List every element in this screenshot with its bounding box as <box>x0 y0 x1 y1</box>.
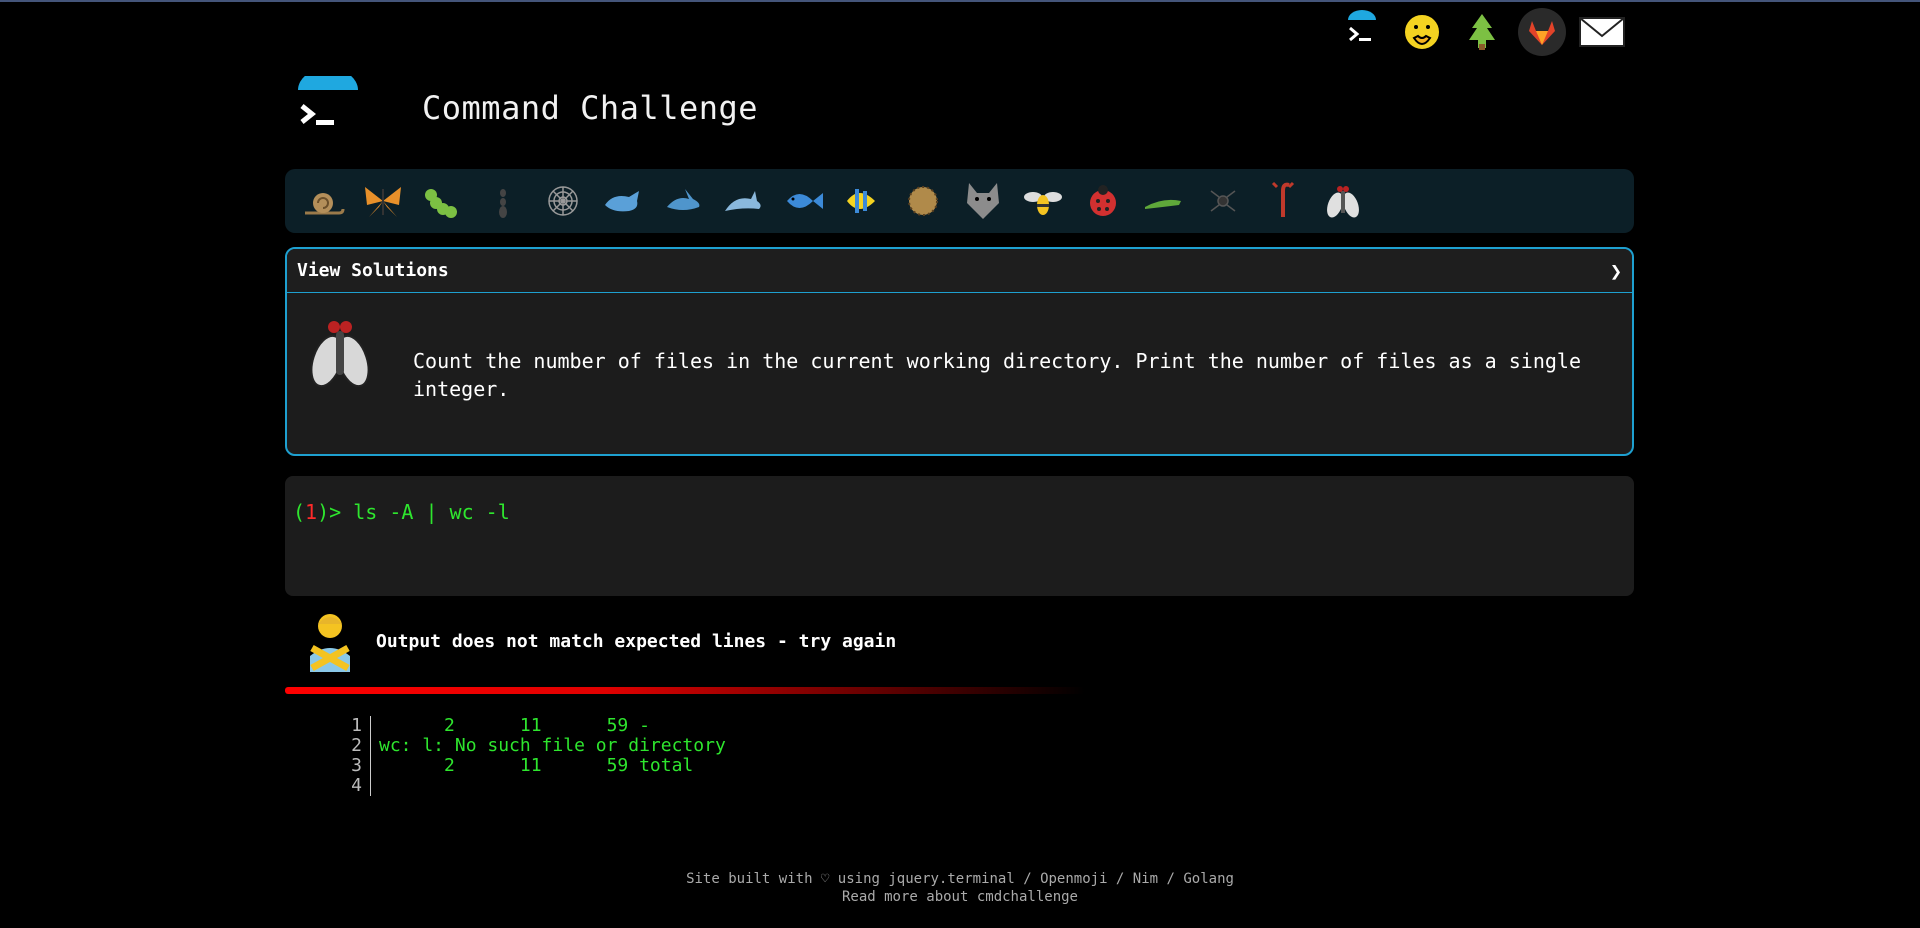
output-text: 2 11 59 - <box>379 715 650 736</box>
error-progress-bar <box>285 687 1085 694</box>
face-hand-over-mouth-icon[interactable] <box>1398 8 1446 56</box>
challenge-body: Count the number of files in the current… <box>287 293 1632 421</box>
fish-icon[interactable] <box>773 171 833 231</box>
prompt-close: )> <box>317 500 354 524</box>
level-selector <box>285 169 1634 233</box>
chevron-right-icon[interactable]: ❯ <box>1610 259 1622 283</box>
output-block: 1 2 11 59 - 2 wc: l: No such file or dir… <box>330 716 726 796</box>
person-gesturing-no-icon <box>304 610 356 672</box>
terminal-logo-icon[interactable] <box>296 68 360 140</box>
shark-icon[interactable] <box>653 171 713 231</box>
fly-icon <box>303 311 377 395</box>
line-number: 2 <box>330 736 371 756</box>
output-line: 4 <box>330 776 726 796</box>
ladybug-icon[interactable] <box>1073 171 1133 231</box>
whale-icon[interactable] <box>593 171 653 231</box>
spider-icon[interactable] <box>1193 171 1253 231</box>
view-solutions-label: View Solutions <box>297 260 449 281</box>
caterpillar-icon[interactable] <box>413 171 473 231</box>
pine-tree-icon[interactable] <box>1458 8 1506 56</box>
line-number: 3 <box>330 756 371 776</box>
top-border <box>0 0 1920 2</box>
result-message: Output does not match expected lines - t… <box>376 630 897 652</box>
gitlab-icon[interactable] <box>1518 8 1566 56</box>
tropical-fish-icon[interactable] <box>833 171 893 231</box>
footer-credits[interactable]: Site built with ♡ using jquery.terminal … <box>0 870 1920 888</box>
wolf-icon[interactable] <box>953 171 1013 231</box>
header: Command Challenge <box>296 68 759 140</box>
view-solutions-toggle[interactable]: View Solutions ❯ <box>287 249 1632 293</box>
prompt-open: ( <box>293 500 306 524</box>
fly-icon[interactable] <box>1313 171 1373 231</box>
line-number: 1 <box>330 716 371 736</box>
terminal-icon[interactable] <box>1338 8 1386 56</box>
ant-icon[interactable] <box>473 171 533 231</box>
result-status: Output does not match expected lines - t… <box>304 610 896 672</box>
snail-icon[interactable] <box>293 171 353 231</box>
terminal-command-line[interactable]: (1)> ls -A | wc -l <box>293 500 1626 524</box>
top-nav <box>1338 8 1626 56</box>
prompt-number: 1 <box>305 500 318 524</box>
cricket-icon[interactable] <box>1133 171 1193 231</box>
scorpion-icon[interactable] <box>1253 171 1313 231</box>
read-more-link[interactable]: Read more about cmdchallenge <box>842 889 1078 905</box>
challenge-description: Count the number of files in the current… <box>413 349 1581 401</box>
command-text[interactable]: ls -A | wc -l <box>353 500 510 524</box>
challenge-panel: View Solutions ❯ Count the number of fil… <box>285 247 1634 456</box>
footer: Site built with ♡ using jquery.terminal … <box>0 870 1920 906</box>
spider-web-icon[interactable] <box>533 171 593 231</box>
page-title: Command Challenge <box>422 89 759 127</box>
line-number: 4 <box>330 776 371 796</box>
output-text: 2 11 59 total <box>379 755 694 776</box>
butterfly-icon[interactable] <box>353 171 413 231</box>
output-text: wc: l: No such file or directory <box>379 735 726 756</box>
output-line: 1 2 11 59 - <box>330 716 726 736</box>
output-line: 3 2 11 59 total <box>330 756 726 776</box>
terminal[interactable]: (1)> ls -A | wc -l <box>285 476 1634 596</box>
envelope-icon[interactable] <box>1578 8 1626 56</box>
output-line: 2 wc: l: No such file or directory <box>330 736 726 756</box>
bee-icon[interactable] <box>1013 171 1073 231</box>
blowfish-icon[interactable] <box>893 171 953 231</box>
dolphin-icon[interactable] <box>713 171 773 231</box>
